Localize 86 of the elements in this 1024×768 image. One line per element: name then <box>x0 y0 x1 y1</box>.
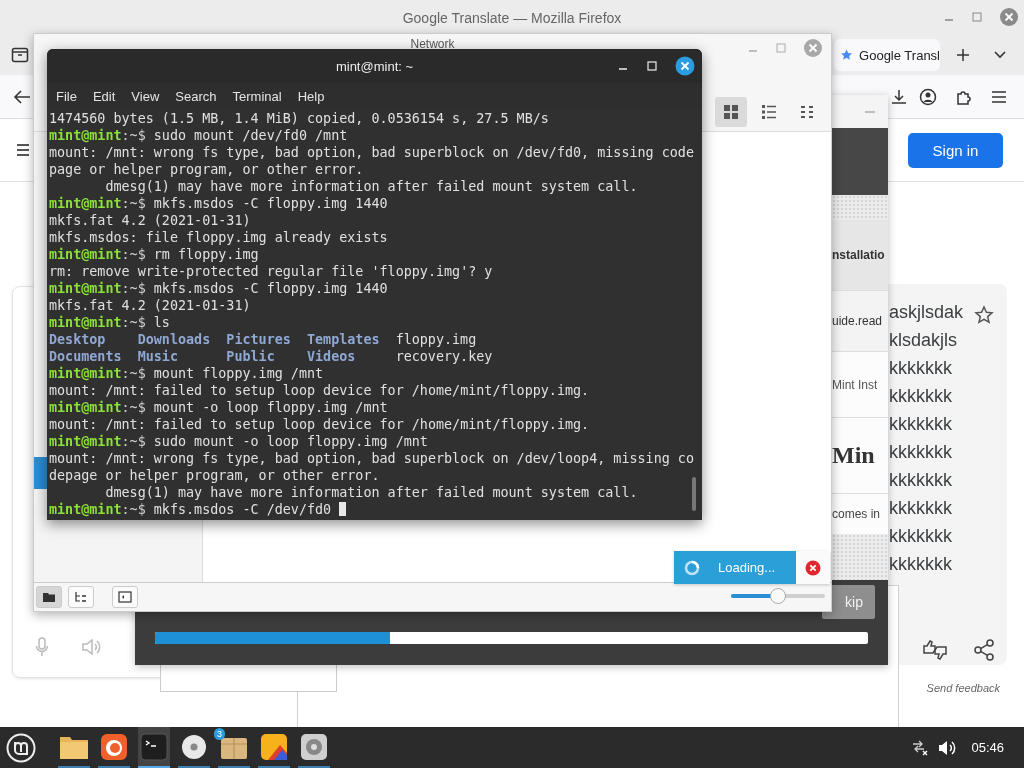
account-icon[interactable] <box>919 87 937 106</box>
spinner-icon <box>684 559 700 576</box>
terminal-line: mkfs.msdos: file floppy.img already exists <box>49 229 389 246</box>
grid-icon <box>723 104 739 120</box>
translation-text: kkkkkkk <box>889 497 952 520</box>
translation-text: kkkkkkk <box>889 357 952 380</box>
menu-icon[interactable] <box>991 89 1007 104</box>
grid-view-button[interactable] <box>715 97 747 127</box>
window-title: Google Translate — Mozilla Firefox <box>402 9 622 26</box>
rate-icon[interactable] <box>922 639 948 661</box>
back-arrow-icon[interactable] <box>13 88 31 105</box>
terminal-line: page or helper program, or other error. <box>49 161 365 178</box>
tree-icon <box>74 591 88 603</box>
terminal-line: mint@mint:~$ ls <box>49 314 171 331</box>
translation-text: kkkkkkk <box>889 385 952 408</box>
terminal-line: mint@mint:~$ mkfs.msdos -C floppy.img 1440 <box>49 280 389 297</box>
compact-list-icon <box>799 104 815 120</box>
terminal-line: mount: /mnt: wrong fs type, bad option, bad superblock on /dev/loop4, missing co <box>49 450 695 467</box>
network-disconnected-icon[interactable] <box>911 739 930 756</box>
star-icon[interactable] <box>974 305 994 325</box>
terminal-line: mint@mint:~$ sudo mount -o loop floppy.img /mnt <box>49 433 429 450</box>
menu-icon[interactable] <box>16 143 30 157</box>
menu-item[interactable]: Terminal <box>224 88 290 104</box>
terminal-line: 1474560 bytes (1.5 MB, 1.4 MiB) copied, 0.0536154 s, 27.5 MB/s <box>49 110 550 127</box>
translate-icon <box>840 48 854 62</box>
zoom-slider[interactable] <box>731 588 825 604</box>
menu-item[interactable]: Search <box>167 88 225 104</box>
terminal-taskbar-button[interactable] <box>138 727 170 768</box>
close-icon[interactable] <box>675 56 695 76</box>
page-text: Mint Inst <box>832 377 878 392</box>
terminal-line: mount: /mnt: wrong fs type, bad option, bad superblock on /dev/fd0, missing code <box>49 144 695 161</box>
terminal-line: mint@mint:~$ mount floppy.img /mnt <box>49 365 325 382</box>
menu-item[interactable]: Edit <box>84 88 124 104</box>
translation-text: kkkkkkk <box>889 525 952 548</box>
menu-item[interactable]: Help <box>289 88 333 104</box>
page-heading: Min <box>832 442 875 469</box>
start-menu-icon[interactable] <box>6 732 36 763</box>
tree-pane-button[interactable] <box>68 586 94 608</box>
share-icon[interactable] <box>974 639 994 661</box>
window-title: mint@mint: ~ <box>335 58 414 74</box>
terminal-line: mkfs.fat 4.2 (2021-01-31) <box>49 297 252 314</box>
terminal-line: dmesg(1) may have more information after failed mount system call. <box>104 178 639 195</box>
section-title: nstallatio <box>832 248 885 262</box>
url-text: uide.read <box>832 314 883 328</box>
menu-item[interactable]: File <box>48 88 85 104</box>
tab-list-icon[interactable] <box>11 47 29 63</box>
translation-text: kkkkkkk <box>889 413 952 436</box>
terminal-line: Desktop Downloads Pictures Templates floppy.img <box>49 331 478 348</box>
browser-tab[interactable]: Google Transl <box>834 39 940 71</box>
places-pane-button[interactable] <box>36 586 62 608</box>
terminal-line: rm: remove write-protected regular file 'floppy.img'? y <box>49 263 494 280</box>
terminal-line: depage or helper program, or other error. <box>49 467 381 484</box>
loading-label: Loading... <box>718 560 776 575</box>
terminal-line: mint@mint:~$ mkfs.msdos -C /dev/fd0 <box>49 501 702 518</box>
terminal-line: mount: /mnt: failed to setup loop device for /home/mint/floppy.img. <box>49 416 591 433</box>
translation-text: askjlsdak <box>889 301 964 324</box>
menu-item[interactable]: View <box>123 88 168 104</box>
send-feedback-link[interactable]: Send feedback <box>926 682 1000 694</box>
folder-icon <box>42 591 56 603</box>
translation-text: kkkkkkk <box>889 553 952 576</box>
slider-thumb[interactable] <box>770 588 786 604</box>
translation-text: kkkkkkk <box>889 441 952 464</box>
window-title: Network <box>410 37 455 53</box>
terminal-line: mint@mint:~$ rm floppy.img <box>49 246 260 263</box>
chevron-down-icon[interactable] <box>993 50 1007 60</box>
translation-text: kkkkkkk <box>889 469 952 492</box>
clock[interactable]: 05:46 <box>971 740 1004 755</box>
volume-icon[interactable] <box>938 739 957 756</box>
scrollbar-thumb[interactable] <box>692 477 696 511</box>
sign-in-button[interactable]: Sign in <box>908 132 1003 168</box>
sidebar-toggle-button[interactable] <box>112 586 138 608</box>
terminal-line: mint@mint:~$ sudo mount /dev/fd0 /mnt <box>49 127 349 144</box>
download-icon[interactable] <box>890 87 908 106</box>
terminal-line: dmesg(1) may have more information after failed mount system call. <box>104 484 639 501</box>
terminal-line: mkfs.fat 4.2 (2021-01-31) <box>49 212 252 229</box>
terminal-line: mint@mint:~$ mount -o loop floppy.img /mnt <box>49 399 389 416</box>
translation-text: klsdakjls <box>889 329 958 352</box>
page-banner <box>832 128 888 195</box>
page-text: comes in <box>832 507 881 521</box>
sidebar-icon <box>118 591 132 603</box>
terminal-line: Documents Music Public Videos recovery.key <box>49 348 494 365</box>
list-icon <box>761 104 777 120</box>
terminal-line: mount: /mnt: failed to setup loop device for /home/mint/floppy.img. <box>49 382 591 399</box>
new-tab-icon[interactable] <box>956 48 970 62</box>
notification-badge: 3 <box>214 728 225 740</box>
terminal-line: mint@mint:~$ mkfs.msdos -C floppy.img 1440 <box>49 195 389 212</box>
